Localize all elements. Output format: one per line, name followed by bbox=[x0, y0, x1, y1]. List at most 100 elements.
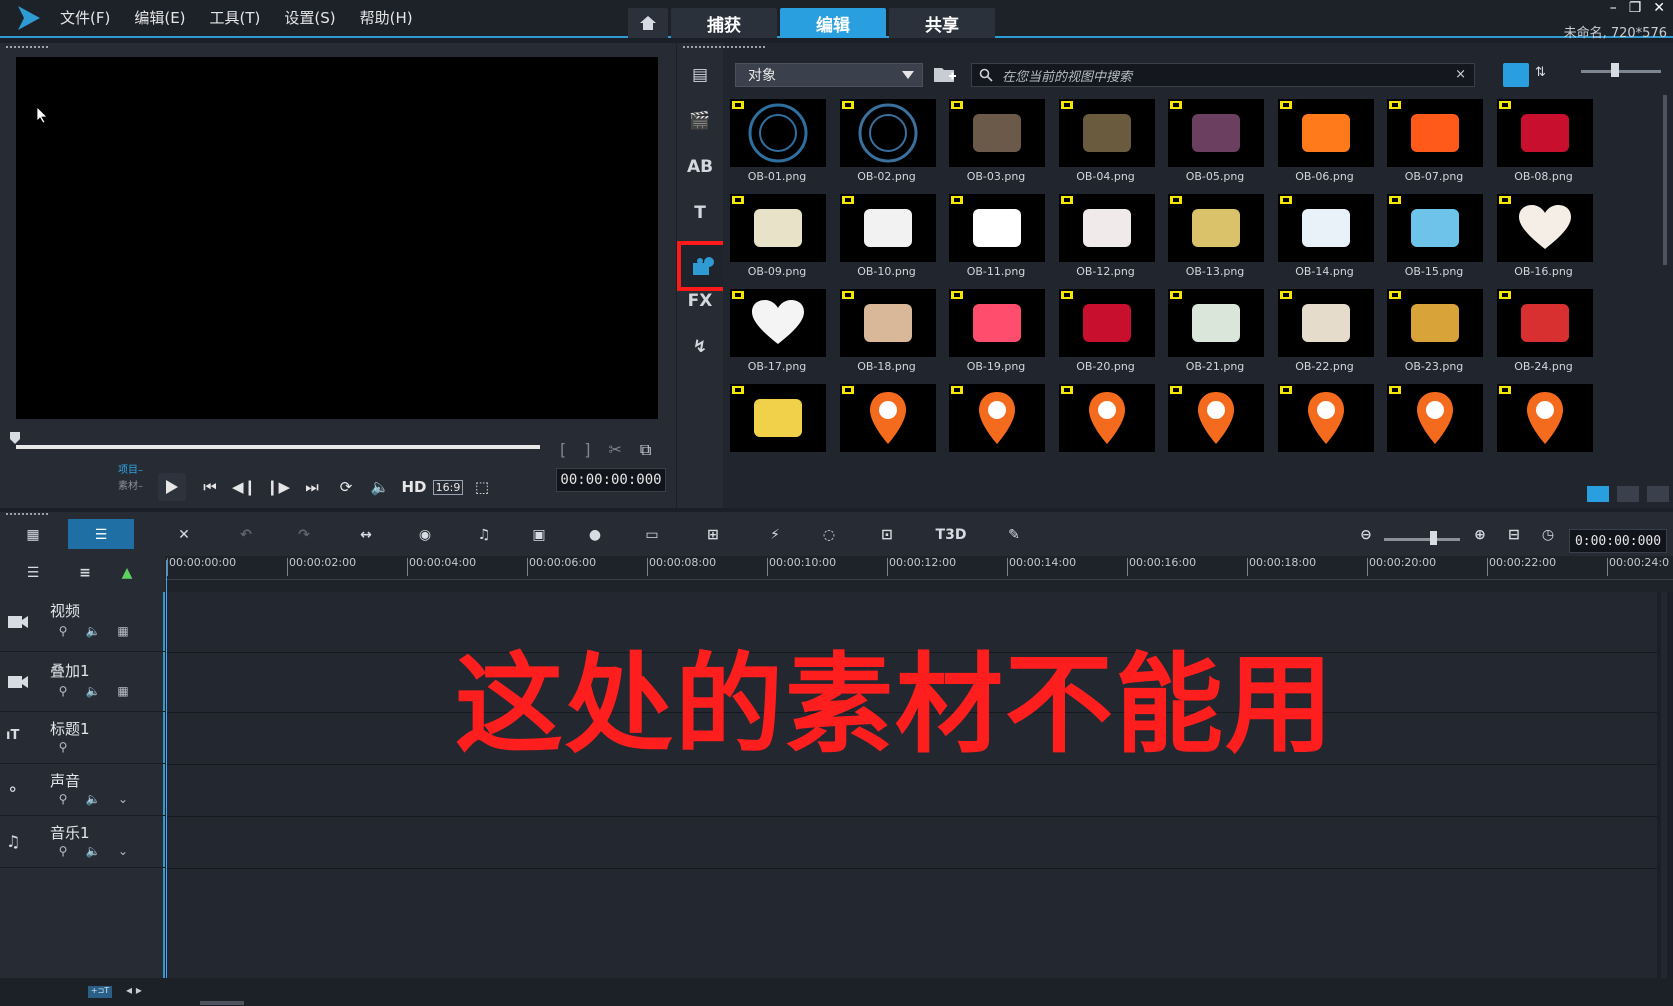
panel-grip[interactable] bbox=[6, 513, 48, 516]
mute-icon[interactable]: 🔈 bbox=[86, 624, 101, 638]
horizontal-scrollbar[interactable] bbox=[200, 1001, 244, 1005]
split-clip-icon[interactable]: ✂ bbox=[609, 440, 622, 460]
track-manager-icon[interactable]: ☰ bbox=[22, 564, 44, 582]
thumbnail-size-knob[interactable] bbox=[1611, 63, 1619, 77]
library-scrollbar[interactable] bbox=[1663, 95, 1667, 265]
zoom-out-icon[interactable]: ⊖ bbox=[1355, 526, 1377, 544]
menu-edit[interactable]: 编辑(E) bbox=[134, 7, 185, 28]
mask-creator-icon[interactable]: ◌ bbox=[818, 526, 840, 544]
preview-window[interactable] bbox=[16, 57, 658, 419]
close-button[interactable]: ✕ bbox=[1653, 0, 1665, 16]
link-icon[interactable]: ⚲ bbox=[56, 740, 70, 754]
library-item[interactable] bbox=[833, 380, 941, 475]
redo-icon[interactable]: ↷ bbox=[293, 526, 315, 544]
undo-icon[interactable]: ↶ bbox=[235, 526, 257, 544]
tab-home[interactable] bbox=[628, 8, 668, 38]
auto-music-icon[interactable]: ▣ bbox=[528, 526, 550, 544]
title-icon[interactable]: T bbox=[686, 199, 714, 227]
library-item[interactable] bbox=[1271, 380, 1379, 475]
storyboard-view-icon[interactable]: ▦ bbox=[22, 526, 44, 544]
library-view-icon[interactable] bbox=[1587, 486, 1609, 502]
track-video[interactable]: 视频 ⚲ 🔈 ▦ bbox=[0, 592, 165, 652]
library-item[interactable]: OB-14.png bbox=[1271, 190, 1379, 285]
motion-tracking-icon[interactable]: ● bbox=[584, 526, 606, 544]
library-item[interactable]: OB-11.png bbox=[942, 190, 1050, 285]
library-item[interactable]: OB-06.png bbox=[1271, 95, 1379, 190]
transition-icon[interactable]: AB bbox=[686, 153, 714, 181]
playhead-line[interactable] bbox=[166, 560, 167, 978]
menu-settings[interactable]: 设置(S) bbox=[284, 7, 335, 28]
paint-creator-icon[interactable]: ✎ bbox=[1003, 526, 1025, 544]
track-title[interactable]: ıT 标题1 ⚲ bbox=[0, 712, 165, 764]
project-mode[interactable]: 项目– bbox=[118, 463, 143, 479]
expand-icon[interactable]: ⌄ bbox=[116, 792, 130, 806]
fit-timeline-icon[interactable]: ⊟ bbox=[1503, 526, 1525, 544]
library-item[interactable] bbox=[723, 380, 831, 475]
library-item[interactable]: OB-23.png bbox=[1380, 285, 1488, 380]
edit-icon[interactable] bbox=[1647, 486, 1669, 502]
library-item[interactable]: OB-13.png bbox=[1161, 190, 1269, 285]
timeline-scrollbar[interactable] bbox=[1661, 592, 1667, 978]
panel-grip[interactable] bbox=[723, 46, 765, 49]
library-item[interactable]: OB-21.png bbox=[1161, 285, 1269, 380]
insert-button[interactable]: +⊐T bbox=[88, 986, 112, 998]
ripple-icon[interactable]: ▦ bbox=[116, 624, 130, 638]
menu-tools[interactable]: 工具(T) bbox=[210, 7, 261, 28]
display-mode-icon[interactable]: ⬚ bbox=[472, 477, 492, 497]
library-item[interactable]: OB-18.png bbox=[833, 285, 941, 380]
fit-project-icon[interactable]: ↔ bbox=[355, 526, 377, 544]
menu-file[interactable]: 文件(F) bbox=[60, 7, 110, 28]
multi-camera-icon[interactable]: ⊞ bbox=[702, 526, 724, 544]
pan-zoom-icon[interactable]: ⊡ bbox=[876, 526, 898, 544]
search-input[interactable]: 在您当前的视图中搜索 × bbox=[971, 63, 1475, 87]
thumbnail-size-slider[interactable] bbox=[1581, 70, 1661, 73]
library-item[interactable] bbox=[942, 380, 1050, 475]
library-item[interactable]: OB-03.png bbox=[942, 95, 1050, 190]
library-item[interactable]: OB-12.png bbox=[1052, 190, 1160, 285]
player-timecode[interactable]: 00:00:00:000 bbox=[556, 468, 666, 492]
scrubber-track[interactable] bbox=[16, 445, 540, 449]
next-frame-icon[interactable]: ❙▶ bbox=[266, 477, 290, 497]
tab-capture[interactable]: 捕获 bbox=[671, 8, 777, 38]
library-item[interactable]: OB-08.png bbox=[1490, 95, 1598, 190]
library-item[interactable]: OB-01.png bbox=[723, 95, 831, 190]
library-item[interactable] bbox=[1052, 380, 1160, 475]
track-voice[interactable]: ⚬ 声音 ⚲ 🔈 ⌄ bbox=[0, 764, 165, 816]
repeat-icon[interactable]: ⟳ bbox=[336, 477, 356, 497]
library-item[interactable]: OB-15.png bbox=[1380, 190, 1488, 285]
aspect-ratio-button[interactable]: 16:9 bbox=[432, 477, 464, 497]
library-item[interactable]: OB-22.png bbox=[1271, 285, 1379, 380]
mark-out-icon[interactable]: ] bbox=[584, 440, 590, 460]
menu-help[interactable]: 帮助(H) bbox=[360, 7, 413, 28]
library-item[interactable]: OB-19.png bbox=[942, 285, 1050, 380]
instant-project-icon[interactable]: 🎬 bbox=[686, 107, 714, 135]
timeline-zoom-slider[interactable] bbox=[1384, 538, 1460, 541]
clock-icon[interactable]: ◷ bbox=[1537, 526, 1559, 544]
title-3d-button[interactable]: T3D bbox=[934, 526, 968, 544]
library-item[interactable]: OB-24.png bbox=[1490, 285, 1598, 380]
volume-icon[interactable]: 🔈 bbox=[370, 477, 390, 497]
audio-mixer-icon[interactable]: ♫ bbox=[473, 526, 495, 544]
link-icon[interactable]: ⚲ bbox=[56, 844, 70, 858]
tab-edit[interactable]: 编辑 bbox=[780, 8, 886, 38]
clip-mode[interactable]: 素材– bbox=[118, 479, 143, 495]
minimize-button[interactable]: – bbox=[1610, 0, 1617, 16]
path-icon[interactable]: ↯ bbox=[686, 333, 714, 361]
library-item[interactable]: OB-05.png bbox=[1161, 95, 1269, 190]
category-dropdown[interactable]: 对象 bbox=[735, 63, 923, 87]
media-icon[interactable]: ▤ bbox=[686, 61, 714, 89]
previous-frame-icon[interactable]: ◀❙ bbox=[232, 477, 256, 497]
hd-preview-button[interactable]: HD bbox=[402, 477, 427, 497]
mute-icon[interactable]: 🔈 bbox=[86, 684, 101, 698]
expand-icon[interactable]: ⌄ bbox=[116, 844, 130, 858]
time-remapping-icon[interactable]: ⚡ bbox=[764, 526, 786, 544]
library-item[interactable]: OB-07.png bbox=[1380, 95, 1488, 190]
end-icon[interactable]: ⏭ bbox=[302, 477, 322, 497]
library-item[interactable]: OB-09.png bbox=[723, 190, 831, 285]
library-item[interactable] bbox=[1161, 380, 1269, 475]
scroll-nav[interactable]: ◂ ▸ bbox=[126, 983, 142, 997]
record-capture-icon[interactable]: ◉ bbox=[414, 526, 436, 544]
add-folder-icon[interactable] bbox=[933, 63, 957, 85]
library-item[interactable]: OB-10.png bbox=[833, 190, 941, 285]
link-icon[interactable]: ⚲ bbox=[56, 624, 70, 638]
